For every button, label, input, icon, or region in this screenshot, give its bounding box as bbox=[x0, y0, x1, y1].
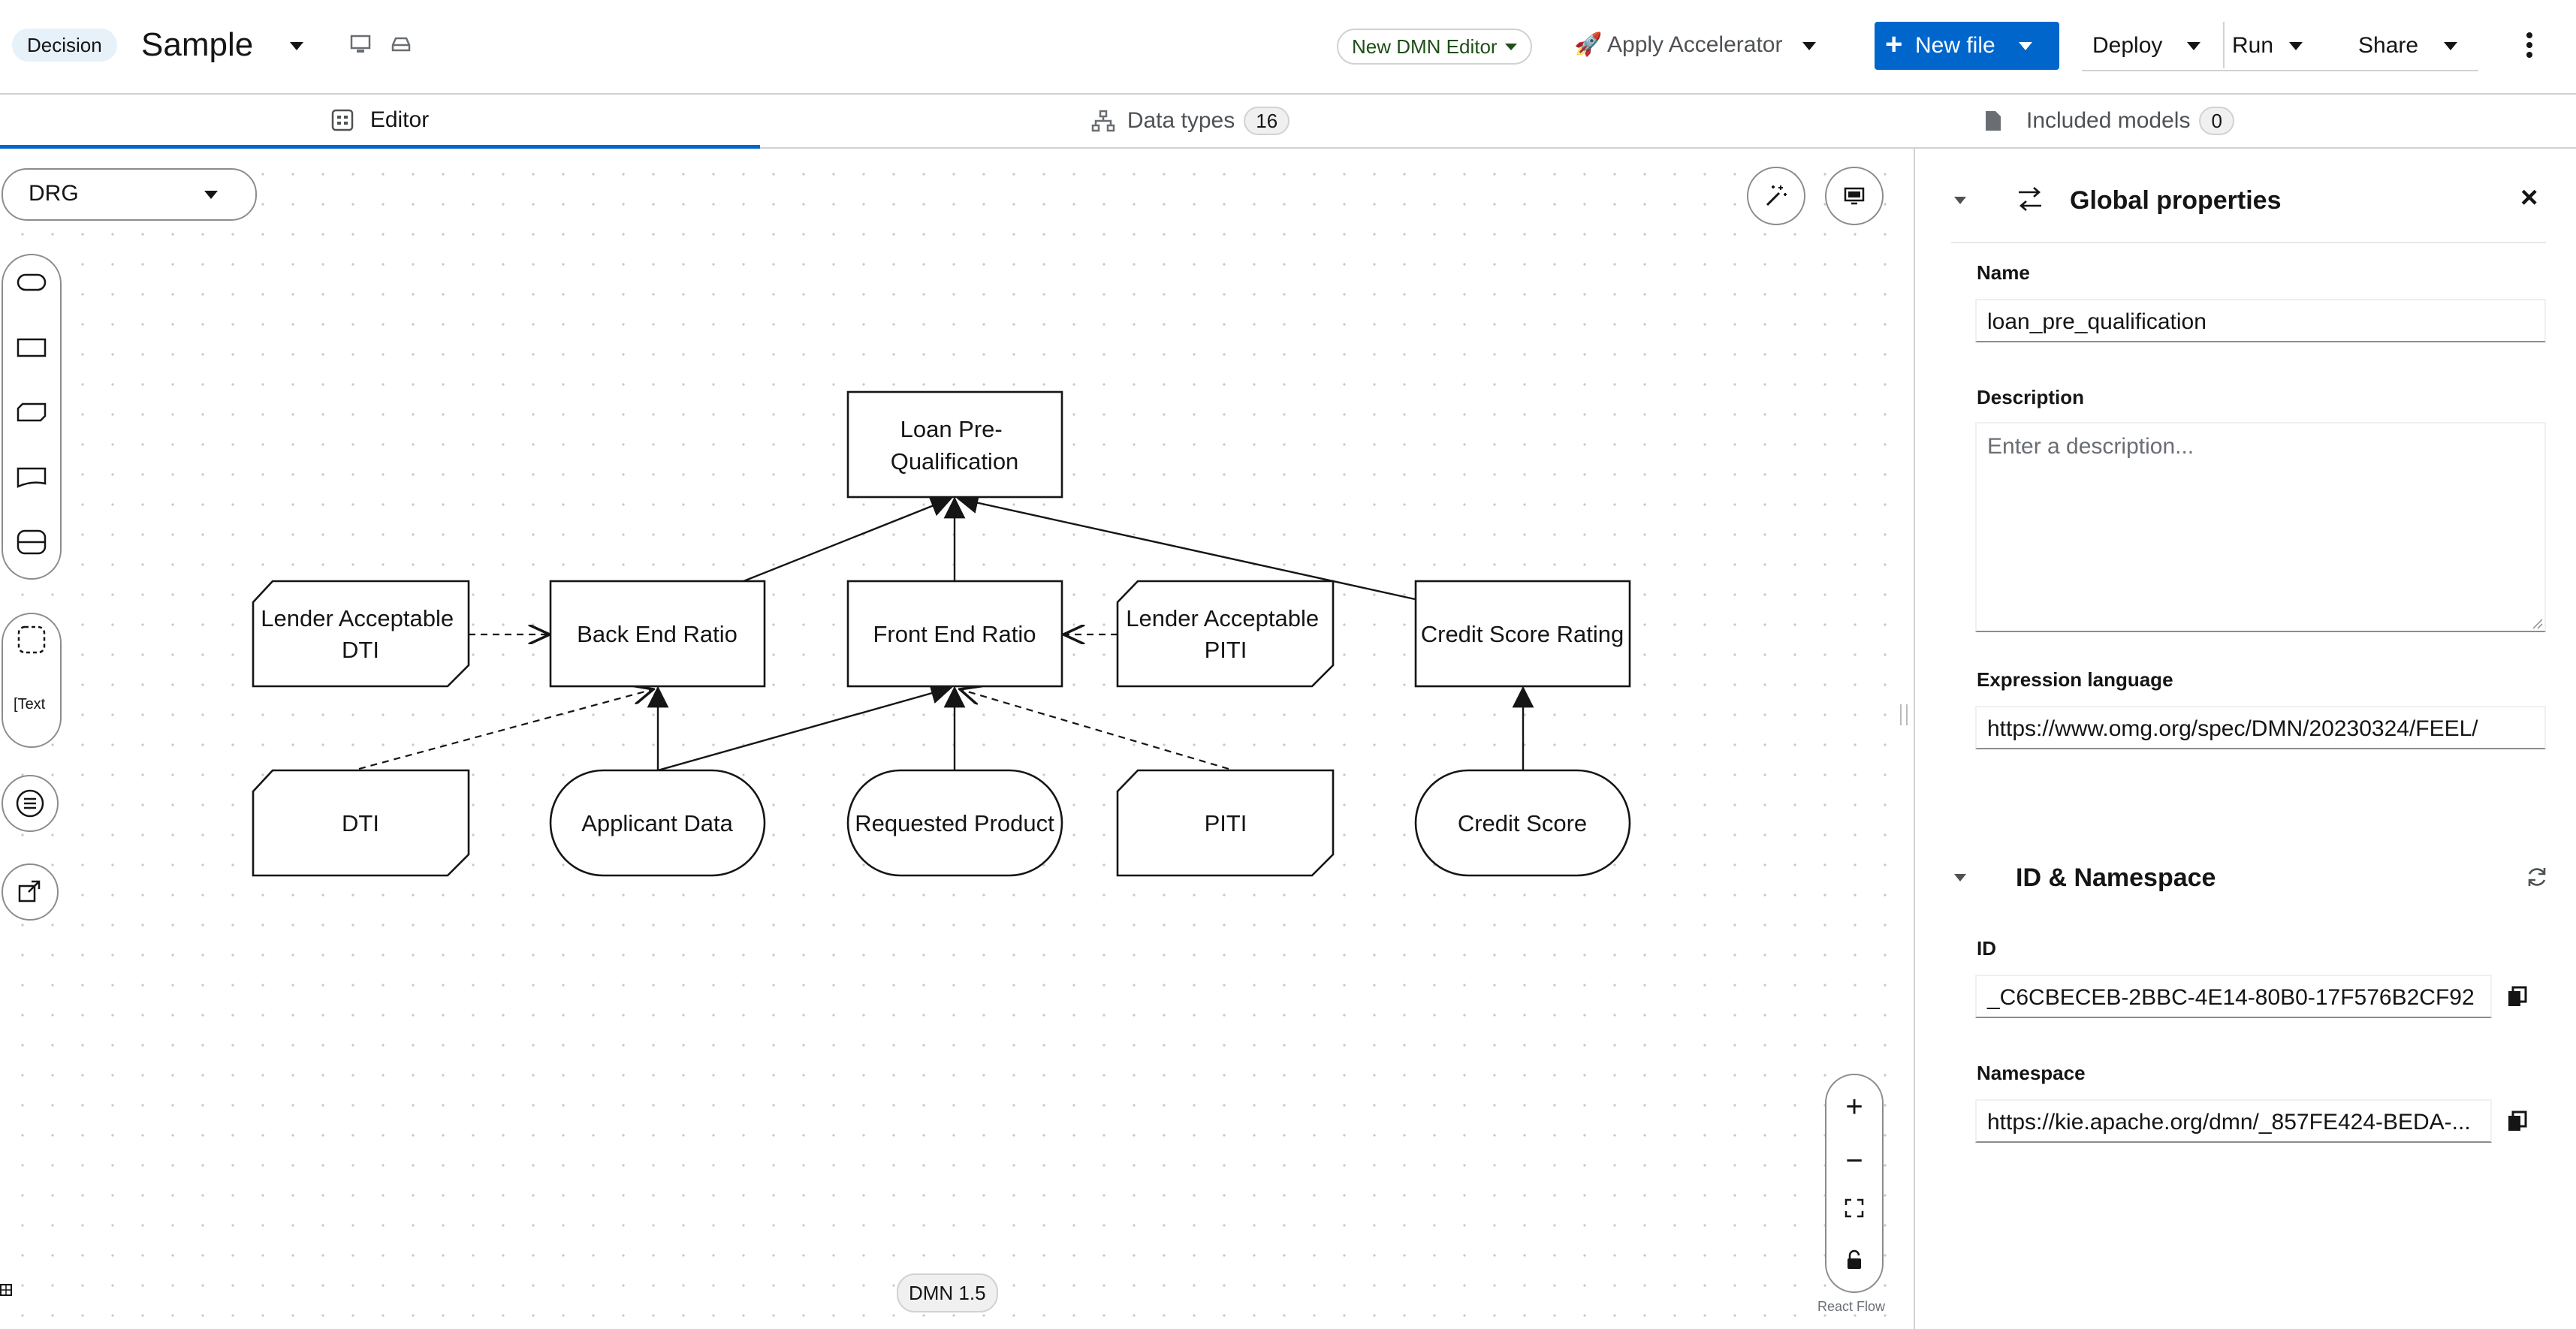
properties-icon bbox=[2019, 187, 2041, 211]
tab-data-types[interactable]: Data types 16 bbox=[760, 95, 1621, 147]
apply-accelerator-button[interactable]: 🚀 Apply Accelerator bbox=[1574, 30, 1829, 63]
deploy-button[interactable]: Deploy bbox=[2082, 22, 2225, 68]
resize-handle[interactable] bbox=[1900, 704, 1908, 725]
node-lender-acceptable-piti[interactable] bbox=[1116, 580, 1335, 688]
zoom-controls: + − bbox=[1825, 1074, 1884, 1293]
node-label-front-end-ratio: Front End Ratio bbox=[873, 621, 1036, 647]
rocket-icon: 🚀 bbox=[1574, 32, 1603, 57]
node-loan-pre-qualification[interactable] bbox=[846, 390, 1063, 499]
chevron-down-icon bbox=[2289, 42, 2303, 50]
editor-grid-icon bbox=[331, 109, 354, 131]
collapse-id-namespace-icon[interactable] bbox=[1954, 874, 1966, 881]
chevron-down-icon bbox=[2019, 42, 2032, 50]
masthead: Decision Sample New DMN Editor 🚀 Apply A… bbox=[0, 0, 2576, 95]
deploy-label: Deploy bbox=[2092, 33, 2163, 58]
copy-icon[interactable] bbox=[2507, 985, 2528, 1009]
tab-included-models[interactable]: Included models 0 bbox=[1621, 95, 2576, 147]
zoom-in-icon[interactable]: + bbox=[1826, 1086, 1882, 1128]
name-input[interactable]: loan_pre_qualification bbox=[1975, 299, 2546, 342]
accelerator-label: Apply Accelerator bbox=[1607, 32, 1783, 57]
plus-icon: + bbox=[1885, 28, 1903, 61]
namespace-label: Namespace bbox=[1977, 1062, 2086, 1084]
tab-data-types-label: Data types bbox=[1127, 108, 1235, 133]
chevron-down-icon bbox=[1802, 42, 1816, 50]
node-label-applicant-data: Applicant Data bbox=[581, 810, 733, 836]
edge-piti-to-frontend[interactable] bbox=[960, 689, 1229, 770]
tab-included-models-label: Included models bbox=[2026, 108, 2191, 133]
node-lender-acceptable-dti[interactable] bbox=[252, 580, 470, 688]
editor-selector[interactable]: New DMN Editor bbox=[1337, 29, 1532, 65]
regenerate-icon[interactable] bbox=[2525, 865, 2549, 889]
close-icon[interactable]: × bbox=[2520, 179, 2538, 216]
name-label: Name bbox=[1977, 261, 2030, 284]
properties-panel: Global properties × Name loan_pre_qualif… bbox=[1900, 149, 2576, 1329]
fit-view-icon[interactable] bbox=[1845, 1198, 1864, 1218]
run-label: Run bbox=[2232, 33, 2274, 58]
editor-tabs: Editor Data types 16 Included models 0 bbox=[0, 95, 2576, 149]
document-icon bbox=[1986, 111, 2001, 131]
description-textarea[interactable]: Enter a description... bbox=[1975, 422, 2546, 632]
node-label-dti: DTI bbox=[342, 810, 379, 836]
divider bbox=[1951, 242, 2546, 243]
react-flow-attribution[interactable]: React Flow bbox=[1817, 1299, 1885, 1315]
id-input[interactable]: _C6CBECEB-2BBC-4E14-80B0-17F576B2CF92 bbox=[1975, 975, 2492, 1018]
file-menu-caret-icon[interactable] bbox=[290, 42, 303, 50]
namespace-input[interactable]: https://kie.apache.org/dmn/_857FE424-BED… bbox=[1975, 1099, 2492, 1143]
cloud-drive-icon[interactable] bbox=[391, 36, 412, 53]
share-button[interactable]: Share bbox=[2348, 22, 2478, 71]
edge-applicant-to-frontend[interactable] bbox=[657, 683, 953, 772]
node-label-back-end-ratio: Back End Ratio bbox=[577, 621, 738, 647]
tab-editor[interactable]: Editor bbox=[0, 95, 760, 149]
chevron-down-icon bbox=[1505, 44, 1517, 50]
expression-language-label: Expression language bbox=[1977, 668, 2173, 691]
resize-grip-icon[interactable] bbox=[2531, 617, 2543, 629]
chevron-down-icon bbox=[2444, 42, 2457, 50]
edge-backend-to-loan[interactable] bbox=[743, 496, 953, 583]
chevron-down-icon bbox=[2187, 42, 2200, 50]
description-label: Description bbox=[1977, 386, 2085, 408]
collapse-global-icon[interactable] bbox=[1954, 197, 1966, 204]
id-namespace-title: ID & Namespace bbox=[2016, 863, 2216, 892]
kebab-menu-icon[interactable] bbox=[2525, 32, 2534, 59]
minimap-toggle-icon[interactable] bbox=[0, 1282, 12, 1297]
lock-icon[interactable] bbox=[1846, 1249, 1863, 1270]
drg-diagram[interactable]: Loan Pre- Qualification Back End Ratio F… bbox=[0, 149, 1912, 1329]
desktop-icon[interactable] bbox=[350, 35, 371, 54]
included-models-count-badge: 0 bbox=[2199, 107, 2234, 135]
run-button[interactable]: Run bbox=[2225, 22, 2322, 68]
node-label-requested-product: Requested Product bbox=[855, 810, 1054, 836]
editor-selector-label: New DMN Editor bbox=[1352, 35, 1498, 58]
global-properties-title: Global properties bbox=[2070, 186, 2282, 215]
node-label-credit-score: Credit Score bbox=[1458, 810, 1587, 836]
file-type-badge: Decision bbox=[12, 29, 117, 62]
data-types-count-badge: 16 bbox=[1244, 107, 1290, 135]
edge-dti-to-backend[interactable] bbox=[358, 689, 653, 770]
id-label: ID bbox=[1977, 937, 1996, 960]
new-file-label: New file bbox=[1915, 33, 1995, 58]
copy-icon[interactable] bbox=[2507, 1110, 2528, 1134]
file-name[interactable]: Sample bbox=[141, 23, 253, 68]
tab-editor-label: Editor bbox=[370, 107, 430, 132]
node-label-credit-score-rating: Credit Score Rating bbox=[1421, 621, 1624, 647]
share-label: Share bbox=[2358, 33, 2419, 58]
expression-language-input[interactable]: https://www.omg.org/spec/DMN/20230324/FE… bbox=[1975, 706, 2546, 749]
data-types-icon bbox=[1091, 110, 1115, 132]
dmn-version-badge: DMN 1.5 bbox=[897, 1273, 998, 1312]
node-label-piti: PITI bbox=[1205, 810, 1247, 836]
zoom-out-icon[interactable]: − bbox=[1826, 1140, 1882, 1182]
description-placeholder: Enter a description... bbox=[1987, 434, 2194, 459]
new-file-button[interactable]: + New file bbox=[1875, 22, 2059, 70]
